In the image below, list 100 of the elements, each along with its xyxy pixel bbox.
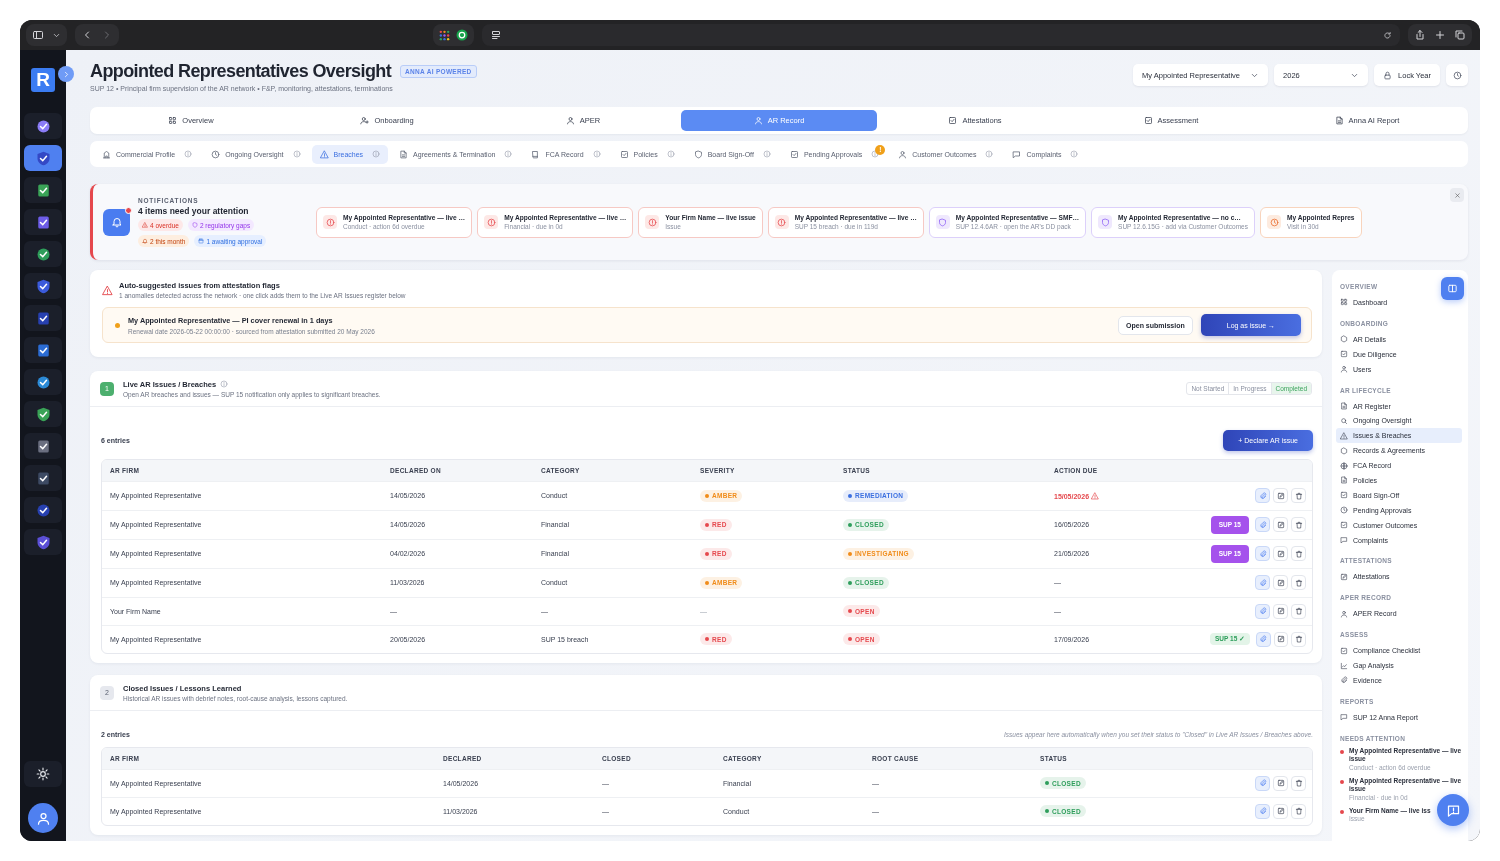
tab-icon — [399, 149, 409, 159]
expand-button[interactable] — [58, 66, 74, 82]
info-icon — [985, 150, 994, 158]
trash-icon — [1294, 578, 1303, 587]
paperclip-icon — [1258, 549, 1267, 558]
trash-icon — [1294, 779, 1303, 787]
info-icon — [762, 150, 771, 158]
share-icon[interactable] — [1414, 29, 1426, 41]
edit-button[interactable] — [1273, 546, 1288, 561]
app-icon — [35, 502, 51, 518]
edit-button[interactable] — [1273, 575, 1288, 590]
reload-icon[interactable] — [1383, 30, 1392, 40]
paperclip-icon — [1259, 635, 1268, 644]
nav-icon — [1340, 446, 1348, 455]
rail-button[interactable] — [24, 433, 62, 459]
edit-button[interactable] — [1273, 488, 1288, 503]
rail-button[interactable] — [24, 209, 62, 235]
delete-button[interactable] — [1291, 546, 1306, 561]
rail-button[interactable] — [24, 305, 62, 331]
delete-button[interactable] — [1291, 775, 1306, 791]
edit-icon — [1277, 635, 1286, 644]
tab-icon — [1012, 149, 1022, 159]
rail-button[interactable] — [24, 145, 62, 171]
rail-button[interactable] — [24, 465, 62, 491]
nav-icon — [1340, 609, 1348, 618]
sidebar-icon[interactable] — [32, 29, 44, 41]
rail-button[interactable] — [24, 177, 62, 203]
app-icon — [35, 470, 51, 486]
avatar-button[interactable] — [28, 803, 58, 833]
delete-button[interactable] — [1291, 575, 1306, 590]
tab-icon — [1143, 116, 1153, 125]
new-tab-icon[interactable] — [1434, 29, 1446, 41]
app-icon — [35, 342, 51, 358]
tab-icon — [753, 116, 763, 125]
delete-button[interactable] — [1291, 631, 1306, 647]
panel-toggle-button[interactable] — [1441, 277, 1464, 300]
alert-dot — [1340, 779, 1344, 784]
delete-button[interactable] — [1291, 488, 1306, 503]
rail-button[interactable] — [24, 273, 62, 299]
status-dot — [115, 322, 120, 328]
nav-icon — [1340, 491, 1348, 500]
history-button[interactable] — [1446, 64, 1468, 86]
close-button[interactable] — [1450, 188, 1464, 202]
app-icon — [35, 246, 51, 262]
tabs-icon[interactable] — [1454, 29, 1466, 41]
rail-button[interactable] — [24, 497, 62, 523]
paperclip-icon — [1258, 520, 1267, 529]
paperclip-icon — [1258, 607, 1267, 615]
tab-icon — [898, 149, 908, 159]
edit-icon — [1276, 607, 1285, 615]
tab-icon — [211, 149, 221, 159]
extension-icon[interactable] — [456, 29, 468, 41]
trash-icon — [1294, 807, 1303, 816]
rail-button[interactable] — [24, 529, 62, 555]
unread-dot — [125, 206, 132, 214]
edit-icon — [1276, 578, 1285, 587]
nav-icon — [1340, 350, 1348, 359]
app-icon — [35, 118, 51, 134]
delete-button[interactable] — [1291, 517, 1306, 532]
nav-icon — [1340, 431, 1348, 440]
paperclip-icon — [1258, 578, 1267, 587]
delete-button[interactable] — [1291, 803, 1306, 819]
rail-button[interactable] — [24, 241, 62, 267]
edit-button[interactable] — [1273, 603, 1288, 619]
trash-icon — [1294, 520, 1303, 529]
edit-button[interactable] — [1273, 631, 1289, 647]
paperclip-icon — [1258, 807, 1267, 816]
user-icon — [35, 810, 51, 826]
warning-icon — [102, 285, 113, 296]
edit-button[interactable] — [1273, 517, 1288, 532]
rail-button[interactable] — [24, 113, 62, 139]
rail-button[interactable] — [24, 401, 62, 427]
tab-icon — [1334, 116, 1344, 125]
edit-button[interactable] — [1273, 775, 1288, 791]
delete-button[interactable] — [1291, 603, 1306, 619]
app-icon — [35, 150, 51, 166]
trash-icon — [1294, 607, 1303, 615]
logo[interactable]: R — [31, 68, 55, 92]
nav-icon — [1340, 572, 1348, 581]
rail-button[interactable] — [24, 337, 62, 363]
app-icon — [35, 214, 51, 230]
app-icon — [35, 534, 51, 550]
nav-icon — [1340, 506, 1348, 515]
nav-icon — [1340, 521, 1348, 530]
trash-icon — [1294, 491, 1303, 500]
edit-icon — [1276, 807, 1285, 816]
info-icon — [871, 150, 880, 158]
tab-icon — [619, 149, 629, 159]
paperclip-icon — [1258, 491, 1267, 500]
tab-icon — [948, 116, 958, 125]
edit-button[interactable] — [1273, 803, 1288, 819]
theme-button[interactable] — [24, 761, 62, 787]
nav-icon — [1340, 416, 1348, 425]
tab-icon — [693, 149, 703, 159]
notification-bell-button[interactable] — [103, 208, 130, 236]
sun-icon — [36, 767, 50, 781]
alert-dot — [1340, 809, 1344, 814]
info-icon — [592, 150, 601, 158]
apps-grid-icon[interactable] — [439, 29, 450, 41]
rail-button[interactable] — [24, 369, 62, 395]
